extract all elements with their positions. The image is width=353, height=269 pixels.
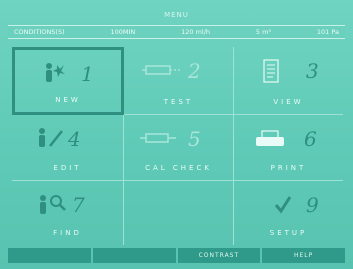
syringe-icon: [142, 65, 180, 75]
menu-label: NEW: [55, 96, 81, 104]
menu-item-test[interactable]: 2 TEST: [124, 47, 234, 115]
menu-label: PRINT: [270, 164, 307, 172]
menu-number: 3: [306, 59, 319, 83]
menu-number: 7: [72, 193, 85, 217]
menu-item-view[interactable]: 3 VIEW: [234, 47, 343, 115]
screen-title: MENU: [164, 11, 189, 19]
menu-label: FIND: [53, 229, 82, 237]
menu-label: EDIT: [53, 164, 82, 172]
status-item-conditions: CONDITIONS(S): [14, 28, 65, 36]
menu-number: 2: [188, 59, 201, 83]
menu-item-new[interactable]: 1 NEW: [12, 47, 124, 115]
document-icon: [263, 59, 279, 83]
softkey-contrast[interactable]: CONTRAST: [177, 248, 261, 263]
menu-number: 4: [68, 127, 81, 151]
menu-item-find[interactable]: 7 FIND: [12, 181, 124, 245]
menu-label: CAL CHECK: [145, 164, 212, 172]
softkey-bar: CONTRAST HELP: [8, 248, 345, 263]
softkey-2[interactable]: [92, 248, 176, 263]
calibration-icon: [140, 133, 176, 143]
person-icon: [46, 63, 65, 82]
menu-label: VIEW: [273, 98, 304, 106]
menu-number: 1: [81, 62, 94, 86]
main-menu-grid: 1 NEW 2 TEST 3 VIEW 4 EDIT 5 CAL CHECK 6…: [12, 47, 343, 245]
status-item-pressure: 101 Pa: [316, 28, 339, 36]
menu-empty-slot: [124, 181, 234, 245]
menu-number: 5: [188, 127, 201, 151]
printer-icon: [256, 130, 284, 146]
device-screen: MENU CONDITIONS(S) 100MIN 120 ml/h 5 m³ …: [0, 0, 353, 269]
status-item-flow: 120 ml/h: [181, 28, 211, 36]
menu-item-print[interactable]: 6 PRINT: [234, 115, 343, 181]
status-item-volume: 5 m³: [255, 28, 272, 36]
menu-number: 9: [306, 193, 319, 217]
softkey-1[interactable]: [8, 248, 91, 263]
menu-item-setup[interactable]: 9 SETUP: [234, 181, 343, 245]
status-bar: CONDITIONS(S) 100MIN 120 ml/h 5 m³ 101 P…: [8, 25, 345, 39]
menu-item-cal-check[interactable]: 5 CAL CHECK: [124, 115, 234, 181]
menu-item-edit[interactable]: 4 EDIT: [12, 115, 124, 181]
menu-number: 6: [304, 127, 317, 151]
menu-label: TEST: [163, 98, 194, 106]
status-item-time: 100MIN: [110, 28, 136, 36]
menu-label: SETUP: [269, 229, 308, 237]
softkey-help[interactable]: HELP: [262, 248, 345, 263]
